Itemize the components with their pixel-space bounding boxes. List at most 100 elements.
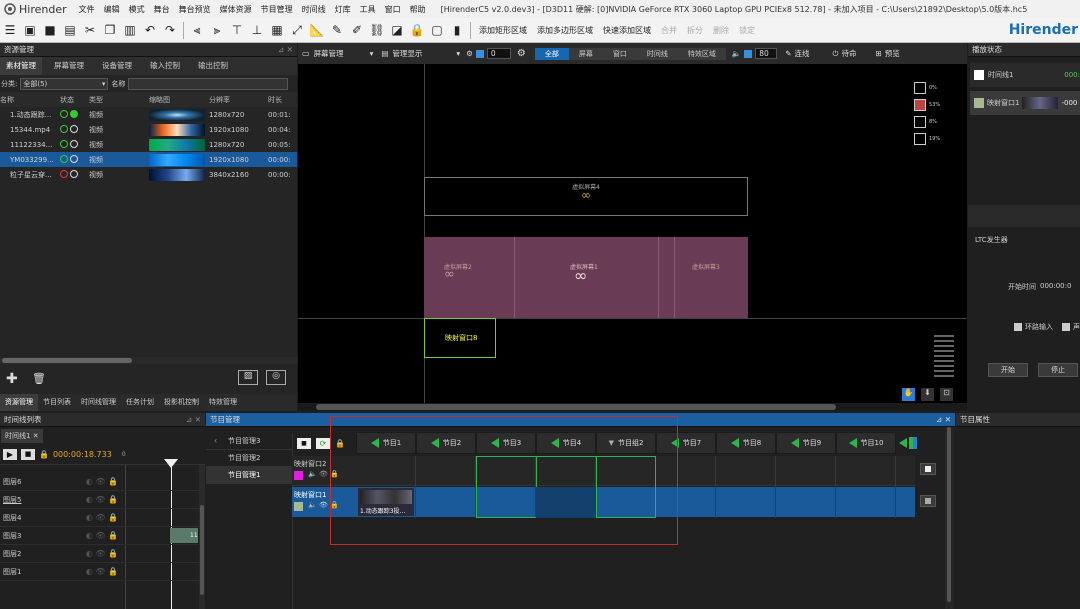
timeline-state-row[interactable]: 时间线1 000: — [970, 63, 1080, 87]
segment-all[interactable]: 全部 — [534, 47, 569, 60]
tab-device[interactable]: 设备管理 — [96, 57, 138, 75]
tab-material[interactable]: 素材管理 — [0, 57, 42, 75]
paste-icon[interactable]: ▥ — [122, 22, 138, 38]
stop-icon[interactable]: ■ — [297, 437, 311, 449]
menu-media[interactable]: 媒体资源 — [220, 4, 252, 15]
horizontal-scrollbar[interactable] — [0, 357, 297, 364]
panel-close-icon[interactable]: ⊿ ✕ — [936, 413, 951, 427]
table-row[interactable]: 粒子星云穿... 视频 3840x2160 00:00: — [0, 167, 297, 182]
refresh-icon[interactable]: ⟳ — [316, 437, 330, 449]
layer-visibility-icon[interactable]: ◐ 👁 🔒 — [86, 563, 118, 581]
slider-knob[interactable] — [475, 49, 484, 58]
table-row[interactable]: 1.动态跟踪... 视频 1280x720 00:01: — [0, 107, 297, 122]
delete-button[interactable]: 删除 — [713, 25, 729, 36]
undo-icon[interactable]: ↶ — [142, 22, 158, 38]
layer-visibility-icon[interactable]: ◐ 👁 🔒 — [86, 473, 118, 491]
save-as-icon[interactable]: ▤ — [62, 22, 78, 38]
layer-row[interactable]: 图层2 ◐ 👁 🔒 — [0, 545, 200, 563]
panel-close-icon[interactable]: ⊿ ✕ — [186, 413, 201, 427]
view-scrollbar[interactable] — [298, 403, 967, 411]
settings-icon[interactable]: ⚙ — [517, 48, 526, 59]
layer-visibility-icon[interactable]: ◐ 👁 🔒 — [86, 491, 118, 509]
sound-checkbox[interactable] — [1062, 323, 1070, 331]
menu-stage-preview[interactable]: 舞台预览 — [179, 4, 211, 15]
pencil-icon[interactable]: ✐ — [349, 22, 365, 38]
lock-icon[interactable]: 🔒 — [39, 450, 49, 459]
add-rect-area-button[interactable]: 添加矩形区域 — [479, 25, 527, 36]
tab-task[interactable]: 任务计划 — [121, 394, 159, 411]
vertical-scrollbar[interactable] — [199, 465, 205, 609]
save-icon[interactable]: ■ — [42, 22, 58, 38]
group-item[interactable]: 节目管理1 — [206, 467, 292, 484]
manage-display-dropdown[interactable]: 管理显示 — [392, 48, 422, 59]
grid-icon[interactable]: ▦ — [269, 22, 285, 38]
close-icon[interactable]: ✕ — [33, 432, 39, 440]
menu-tools[interactable]: 工具 — [360, 4, 376, 15]
split-button[interactable]: 拆分 — [687, 25, 703, 36]
tab-effects[interactable]: 特效管理 — [204, 394, 242, 411]
preview-button[interactable]: 预览 — [885, 48, 900, 59]
layer-row[interactable]: 图层3 ◐ 👁 🔒 11 — [0, 527, 200, 545]
layer-visibility-icon[interactable]: ◐ 👁 🔒 — [86, 527, 118, 545]
value-input[interactable]: 0 — [486, 48, 511, 59]
play-icon[interactable]: ▶ — [3, 449, 17, 460]
start-time-value[interactable]: 000:00:0 — [1040, 282, 1071, 292]
layer-visibility-icon[interactable]: ◐ 👁 🔒 — [86, 545, 118, 563]
add-icon[interactable]: ✚ — [6, 371, 18, 387]
category-select[interactable]: 全部(5) ▾ — [20, 77, 109, 90]
col-type[interactable]: 类型 — [89, 95, 149, 105]
tab-output[interactable]: 输出控制 — [192, 57, 234, 75]
redo-icon[interactable]: ↷ — [162, 22, 178, 38]
mapping-window-8[interactable]: 映射窗口8 — [424, 318, 496, 358]
segment-effect[interactable]: 特效区域 — [678, 48, 726, 60]
play-left-icon[interactable] — [730, 438, 739, 448]
frame-icon[interactable]: ▢ — [429, 22, 445, 38]
col-duration[interactable]: 时长 — [268, 95, 282, 105]
virtual-screen-group[interactable]: 虚拟屏幕2 ∞ 虚拟屏幕1 ∞ 虚拟屏幕3 — [424, 237, 748, 318]
table-row-selected[interactable]: YM033299... 视频 1920x1080 00:00: — [0, 152, 297, 167]
image-icon[interactable]: ▨ — [238, 370, 258, 385]
stop-button[interactable]: 停止 — [1038, 363, 1078, 377]
align-bottom-icon[interactable]: ⊥ — [249, 22, 265, 38]
pen-icon[interactable]: ✎ — [329, 22, 345, 38]
menu-lights[interactable]: 灯库 — [335, 4, 351, 15]
slider-knob[interactable] — [744, 49, 753, 58]
play-left-icon[interactable] — [899, 438, 907, 448]
play-left-icon[interactable] — [790, 438, 799, 448]
chart-icon[interactable]: ▮ — [449, 22, 465, 38]
col-thumb[interactable]: 缩略图 — [149, 95, 209, 105]
name-search-input[interactable] — [128, 77, 289, 90]
start-button[interactable]: 开始 — [988, 363, 1028, 377]
program-header[interactable]: 节目8 — [716, 432, 776, 454]
table-row[interactable]: 11122334... 视频 1280x720 00:05: — [0, 137, 297, 152]
fit-icon[interactable]: ⊡ — [940, 388, 953, 401]
virtual-screen-4[interactable]: 虚拟屏幕4 ∞ — [424, 177, 748, 216]
menu-mode[interactable]: 模式 — [129, 4, 145, 15]
menu-timeline[interactable]: 时间线 — [302, 4, 326, 15]
align-right-icon[interactable]: ⫸ — [209, 22, 225, 38]
window-state-row[interactable]: 映射窗口1 -000 — [970, 91, 1080, 115]
menu-file[interactable]: 文件 — [79, 4, 95, 15]
lock-icon[interactable]: 🔒 — [409, 22, 425, 38]
stop-icon[interactable]: ■ — [21, 449, 35, 460]
menu-program[interactable]: 节目管理 — [261, 4, 293, 15]
link-icon[interactable]: ⛓ — [369, 22, 385, 38]
panel-close-icon[interactable]: ⊿ ✕ — [278, 43, 293, 57]
table-row[interactable]: 15344.mp4 视频 1920x1080 00:04: — [0, 122, 297, 137]
group-item[interactable]: 节目管理3 — [206, 433, 292, 450]
segment-timeline[interactable]: 时间线 — [637, 48, 678, 60]
layer-row[interactable]: 图层5 ◐ 👁 🔒 — [0, 491, 200, 509]
tab-timeline1[interactable]: 时间线1 ✕ — [1, 429, 43, 443]
layer-visibility-icon[interactable]: ◐ 👁 🔒 — [86, 509, 118, 527]
group-item[interactable]: 节目管理2 — [206, 450, 292, 467]
lock-button[interactable]: 锁定 — [739, 25, 755, 36]
tab-timeline-manage[interactable]: 时间线管理 — [76, 394, 121, 411]
timeline-clip[interactable]: 11 — [170, 528, 198, 543]
tab-input[interactable]: 输入控制 — [144, 57, 186, 75]
row-stop-button[interactable] — [920, 495, 936, 507]
standby-button[interactable]: 待命 — [841, 48, 856, 59]
program-header[interactable]: 节目10 — [836, 432, 896, 454]
new-icon[interactable]: ☰ — [2, 22, 18, 38]
layer-row[interactable]: 图层1 ◐ 👁 🔒 — [0, 563, 200, 581]
menu-help[interactable]: 帮助 — [410, 4, 426, 15]
